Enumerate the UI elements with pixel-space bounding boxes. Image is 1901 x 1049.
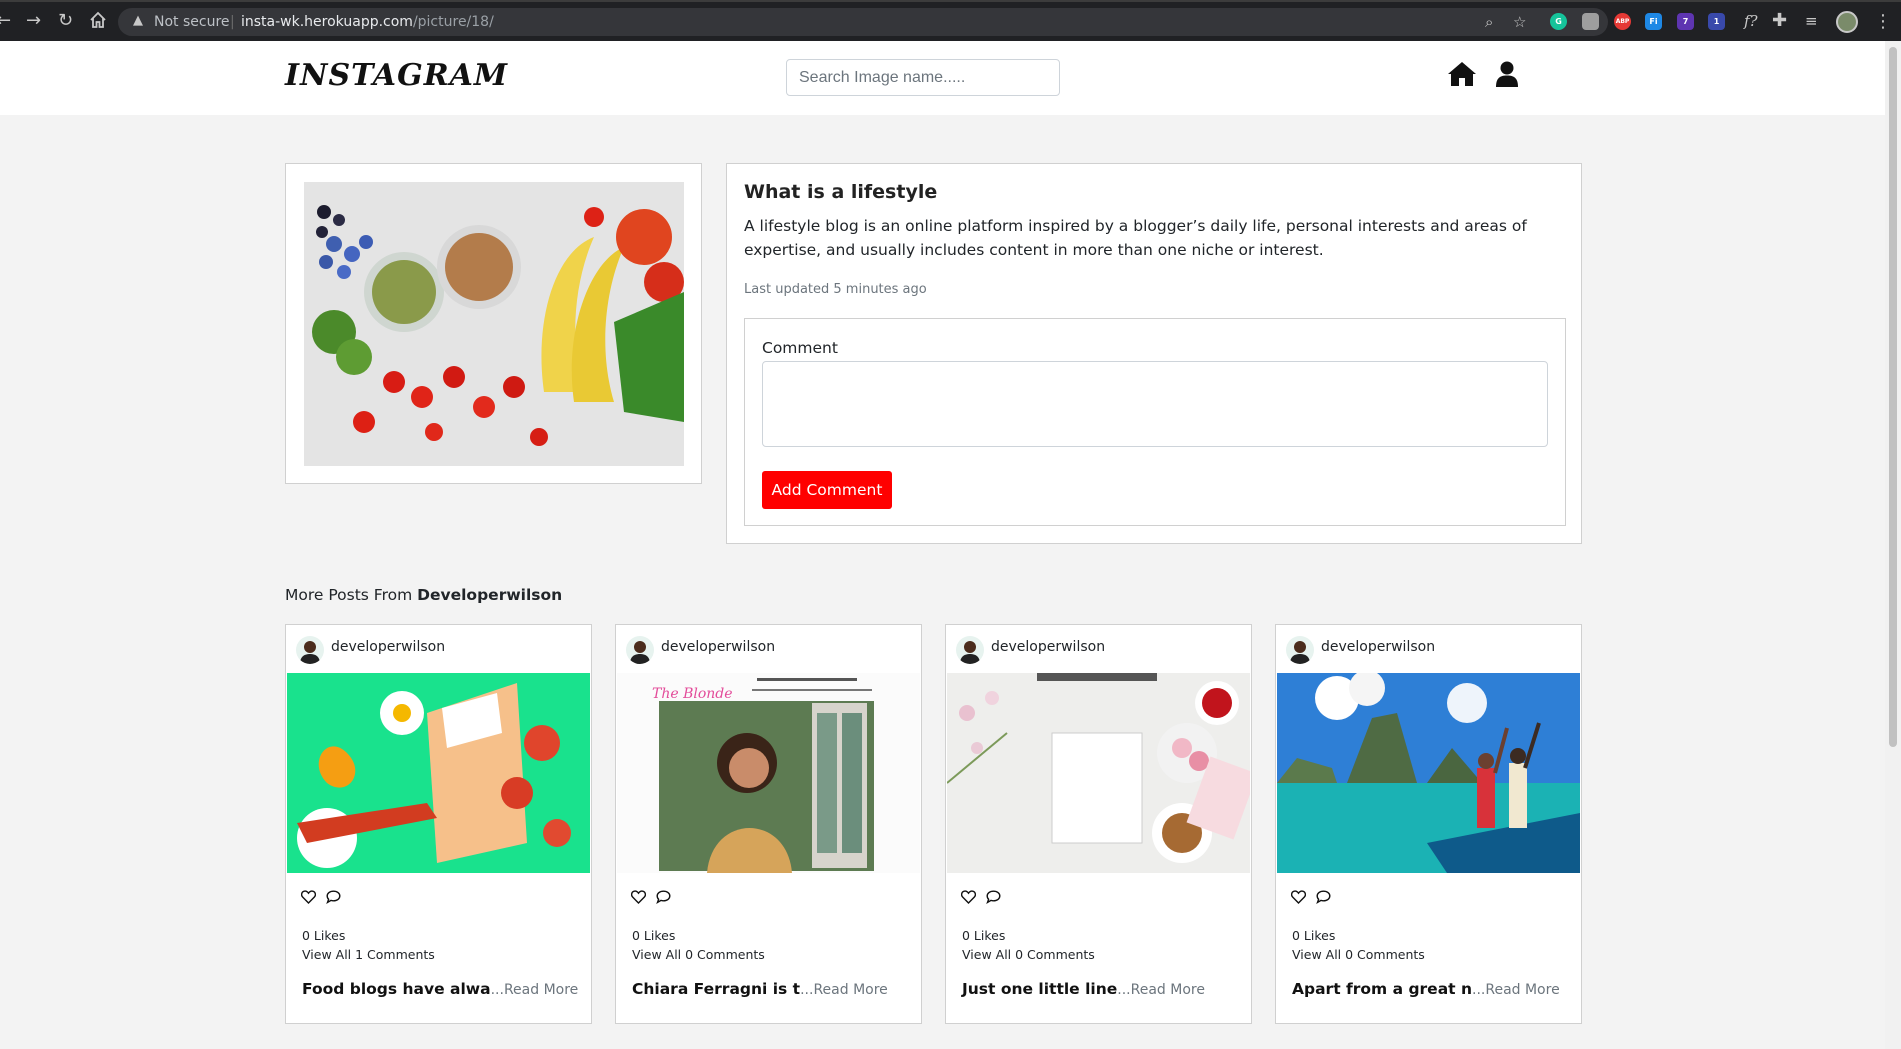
last-updated-text: Last updated 5 minutes ago [744,282,927,297]
view-comments-link[interactable]: View All 0 Comments [1292,947,1425,962]
like-heart-icon[interactable] [630,889,647,908]
extensions-puzzle-icon[interactable]: ✚ [1772,11,1787,31]
caption-text: Just one little line [962,980,1118,998]
comment-label: Comment [762,339,838,357]
read-more-link[interactable]: ...Read More [800,982,888,998]
profile-nav-icon[interactable] [1496,61,1518,91]
comment-bubble-icon[interactable] [1316,889,1331,908]
security-label: Not secure [154,14,230,30]
comment-form: Comment Add Comment [744,318,1566,526]
post-caption: Apart from a great n...Read More [1292,980,1560,998]
user-avatar[interactable] [626,636,654,664]
warning-icon: ▲ [133,13,143,28]
puzzle-badge-icon[interactable]: 7 [1677,13,1694,30]
post-photo [304,182,684,466]
view-comments-link[interactable]: View All 1 Comments [302,947,435,962]
post-username[interactable]: developerwilson [991,639,1105,655]
url-host: insta-wk.herokuapp.com [241,14,413,30]
comment-bubble-icon[interactable] [326,889,341,908]
likes-count: 0 Likes [1292,928,1336,943]
home-icon[interactable] [89,11,107,34]
user-avatar[interactable] [1286,636,1314,664]
more-posts-author[interactable]: Developerwilson [417,586,562,604]
post-caption: Chiara Ferragni is t...Read More [632,980,888,998]
post-caption: Food blogs have alwa...Read More [302,980,578,998]
like-heart-icon[interactable] [960,889,977,908]
address-separator: | [230,14,235,30]
page-scrollbar[interactable] [1885,41,1901,1049]
media-queue-icon[interactable]: ≡ [1805,11,1818,31]
fi-extension-icon[interactable]: Fi [1645,13,1662,30]
read-more-link[interactable]: ...Read More [491,982,579,998]
user-avatar[interactable] [296,636,324,664]
url-text[interactable]: insta-wk.herokuapp.com/picture/18/ [241,14,494,30]
reload-icon[interactable]: ↻ [58,11,73,31]
likes-count: 0 Likes [962,928,1006,943]
svg-text:The Blonde: The Blonde [652,686,733,702]
like-heart-icon[interactable] [300,889,317,908]
post-username[interactable]: developerwilson [331,639,445,655]
user-avatar[interactable] [956,636,984,664]
profile-avatar[interactable] [1836,11,1858,33]
more-posts-heading: More Posts From Developerwilson [285,586,562,604]
browser-menu-icon[interactable]: ⋮ [1874,11,1892,32]
bookmark-star-icon[interactable]: ☆ [1513,13,1526,31]
extension-square-icon[interactable] [1582,13,1599,30]
browser-toolbar: ← → ↻ ▲ Not secure | insta-wk.herokuapp.… [0,0,1901,41]
view-comments-link[interactable]: View All 0 Comments [962,947,1095,962]
post-username[interactable]: developerwilson [661,639,775,655]
post-title: What is a lifestyle [744,181,938,203]
read-more-link[interactable]: ...Read More [1117,982,1205,998]
scrollbar-thumb[interactable] [1889,47,1897,747]
share-badge-icon[interactable]: 1 [1708,13,1725,30]
comment-bubble-icon[interactable] [986,889,1001,908]
read-more-link[interactable]: ...Read More [1472,982,1560,998]
zoom-icon[interactable]: ⌕ [1485,13,1493,31]
post-caption: Just one little line...Read More [962,980,1205,998]
post-thumbnail[interactable]: The Blonde [617,673,920,873]
post-thumbnail[interactable] [1277,673,1580,873]
caption-text: Chiara Ferragni is t [632,980,801,998]
add-comment-button[interactable]: Add Comment [762,471,892,509]
comment-textarea[interactable] [762,361,1548,447]
post-thumbnail[interactable] [947,673,1250,873]
likes-count: 0 Likes [302,928,346,943]
formula-extension-icon[interactable]: f? [1744,11,1758,31]
site-header: INSTAGRAM [0,41,1885,115]
post-card[interactable]: developerwilson 0 Likes View All 0 Comme… [945,624,1252,1024]
url-path: /picture/18/ [412,14,494,30]
grammarly-icon[interactable]: G [1550,13,1567,30]
forward-icon[interactable]: → [26,11,41,31]
comment-bubble-icon[interactable] [656,889,671,908]
post-card[interactable]: developerwilson 0 Likes View All 0 Comme… [1275,624,1582,1024]
likes-count: 0 Likes [632,928,676,943]
caption-text: Food blogs have alwa [302,980,491,998]
site-logo[interactable]: INSTAGRAM [285,58,508,93]
like-heart-icon[interactable] [1290,889,1307,908]
post-username[interactable]: developerwilson [1321,639,1435,655]
post-description: A lifestyle blog is an online platform i… [744,217,1527,259]
back-icon[interactable]: ← [0,11,11,31]
caption-text: Apart from a great n [1292,980,1472,998]
post-card[interactable]: developerwilson 0 Likes View All 1 Comme… [285,624,592,1024]
post-card[interactable]: developerwilson The Blonde 0 Likes View … [615,624,922,1024]
address-bar[interactable]: ▲ Not secure | insta-wk.herokuapp.com/pi… [118,8,1608,36]
more-posts-prefix: More Posts From [285,586,418,604]
post-info-card: What is a lifestyle A lifestyle blog is … [726,163,1582,544]
post-thumbnail[interactable] [287,673,590,873]
adblock-icon[interactable]: ABP [1614,13,1631,30]
view-comments-link[interactable]: View All 0 Comments [632,947,765,962]
picture-card [285,163,702,484]
home-nav-icon[interactable] [1447,61,1477,91]
search-input[interactable] [786,59,1060,96]
